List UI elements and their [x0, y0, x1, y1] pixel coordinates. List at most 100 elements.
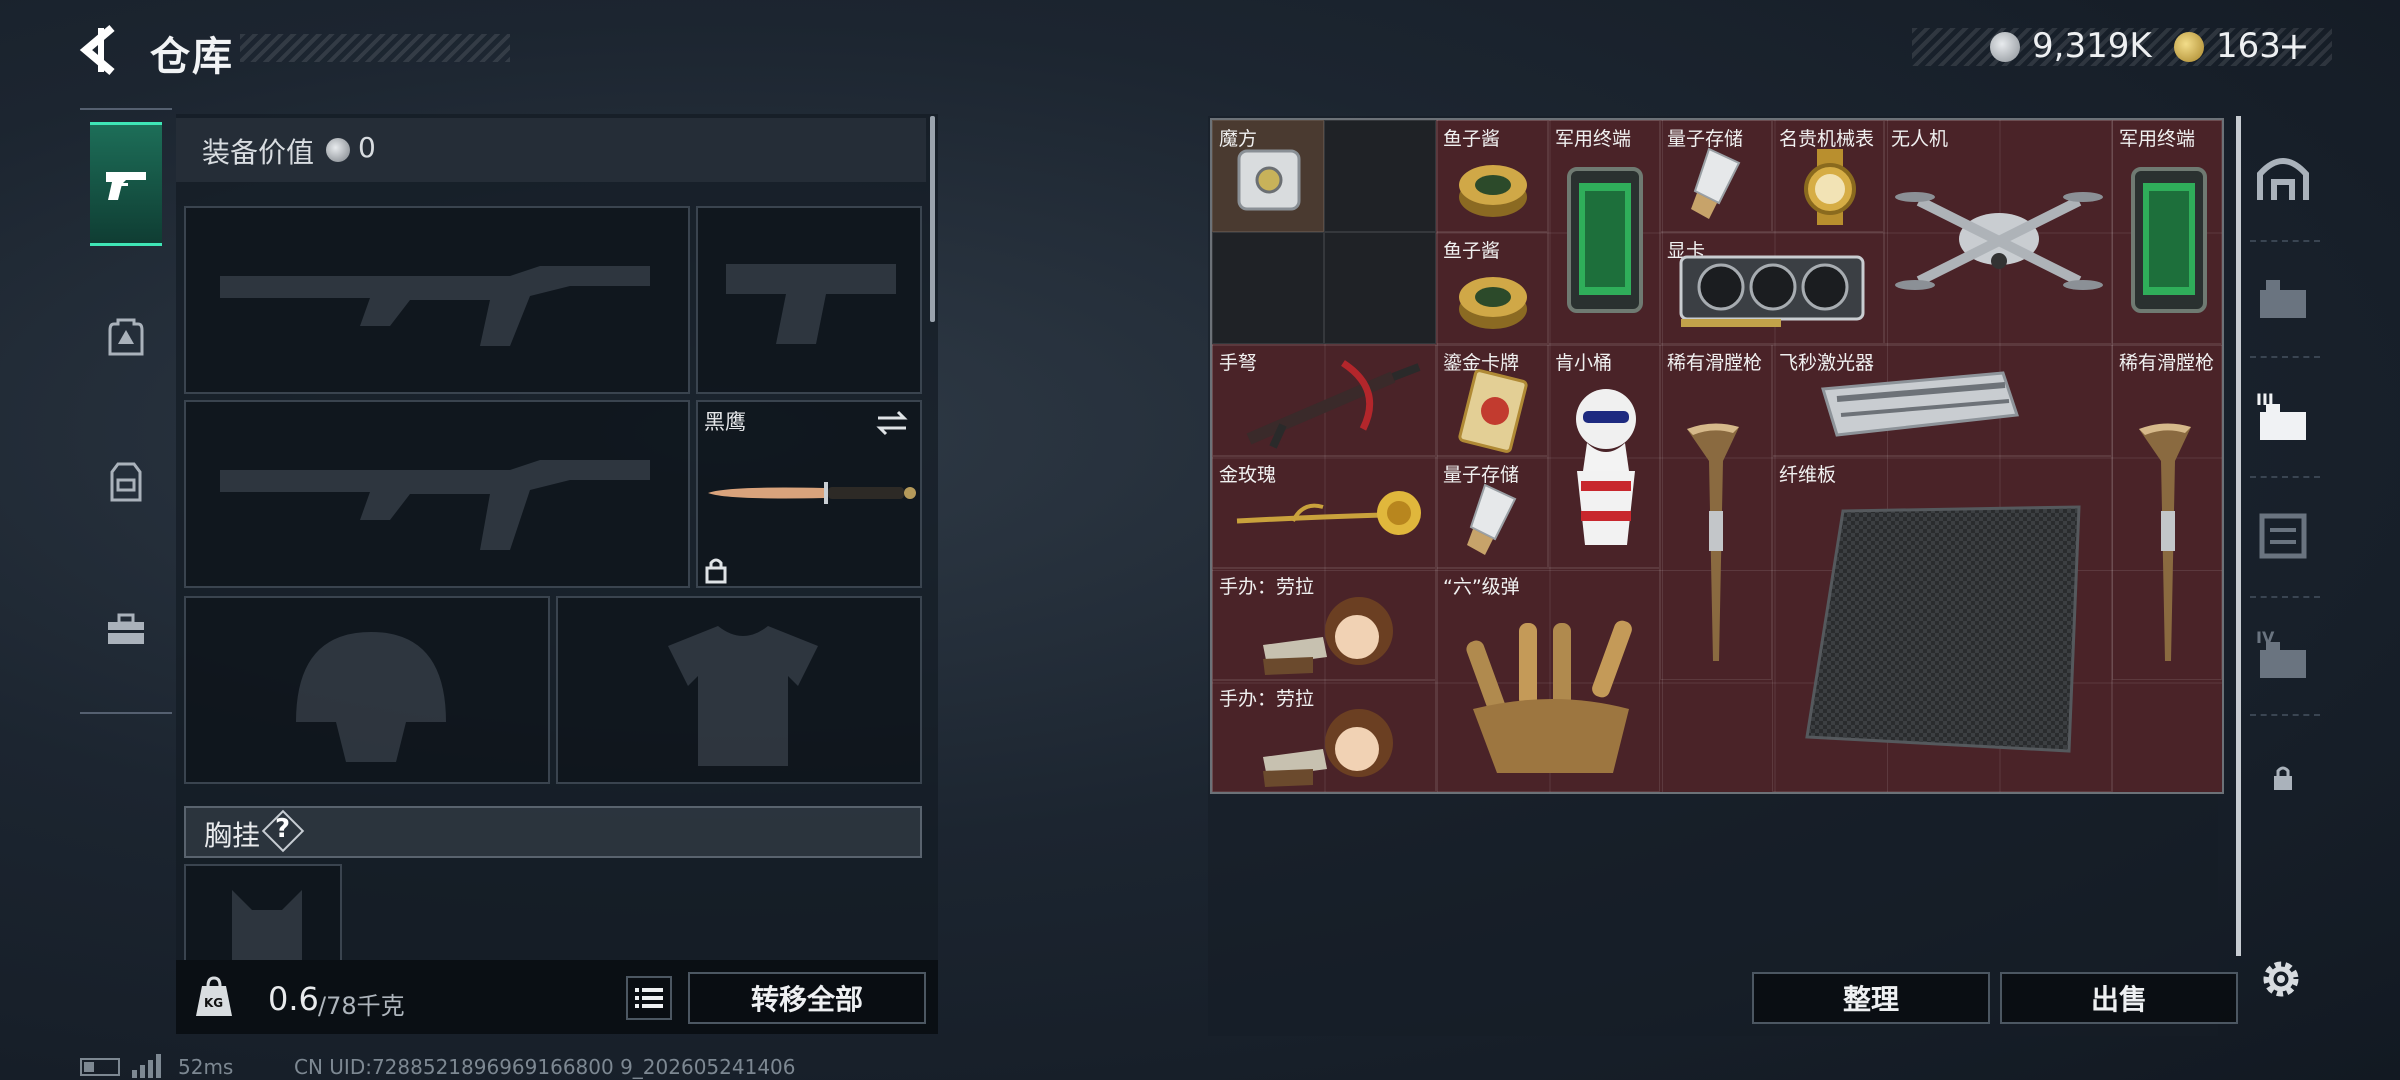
gear-icon — [2263, 961, 2299, 997]
stash-item[interactable]: 显卡 — [1660, 232, 1884, 344]
cabinet-icon — [2259, 513, 2307, 559]
organize-button[interactable]: 整理 — [1752, 972, 1990, 1024]
weight-current: 0.6 — [268, 980, 319, 1018]
knife-icon — [708, 482, 916, 504]
stash-item[interactable]: 军用终端 — [2112, 120, 2222, 344]
helmet-slot[interactable] — [184, 596, 550, 784]
melee-slot[interactable]: 黑鹰 — [696, 400, 922, 588]
list-icon — [635, 988, 663, 1008]
page-title: 仓库 — [150, 34, 234, 80]
stash-item[interactable]: 量子存储 — [1660, 120, 1772, 232]
stash-item[interactable]: 鎏金卡牌 — [1436, 344, 1548, 456]
sidearm-slot[interactable] — [696, 206, 922, 394]
divider — [2250, 596, 2320, 598]
stash-item[interactable]: 无人机 — [1884, 120, 2112, 344]
stash-item[interactable]: “六”级弹 — [1436, 568, 1660, 792]
item-name: 稀有滑膛枪 — [2119, 352, 2215, 374]
musket-icon — [2139, 423, 2191, 661]
stash-tab-1[interactable] — [2240, 122, 2326, 234]
crossbow-icon — [1246, 360, 1421, 449]
empty-cell[interactable] — [1324, 232, 1436, 344]
chest-rig-label: 胸挂 — [204, 819, 261, 852]
bullet-hand-icon — [1466, 620, 1632, 773]
musket-icon — [1687, 423, 1739, 661]
stash-item[interactable]: 手弩 — [1212, 344, 1436, 456]
item-name: 鱼子酱 — [1443, 128, 1501, 150]
primary-weapon-slot-1[interactable] — [184, 206, 690, 394]
stash-item[interactable]: 军用终端 — [1548, 120, 1660, 344]
tab-case[interactable] — [90, 568, 162, 692]
tab-weapons[interactable] — [90, 122, 162, 246]
rifle-placeholder-icon — [220, 266, 650, 346]
lara-figure-icon — [1263, 597, 1393, 675]
stash-item[interactable]: 鱼子酱 — [1436, 232, 1548, 344]
stash-item[interactable]: 魔方 — [1212, 120, 1324, 232]
drone-icon — [1895, 192, 2103, 290]
buy-gold-button[interactable]: + — [2278, 24, 2310, 68]
chest-rig-placeholder-icon — [232, 890, 302, 960]
equipment-scrollbar[interactable] — [930, 116, 935, 322]
military-terminal-icon — [1567, 167, 1643, 313]
stash-item[interactable]: 稀有滑膛枪 — [2112, 344, 2222, 680]
equipment-value-label: 装备价值 — [202, 136, 315, 169]
battery-icon — [80, 1058, 120, 1076]
item-name: “六”级弹 — [1443, 576, 1520, 598]
tab-backpack[interactable] — [90, 274, 162, 398]
transfer-all-button[interactable]: 转移全部 — [688, 972, 926, 1024]
stash-item[interactable]: 手办：劳拉 — [1212, 568, 1436, 680]
stash-tab-2[interactable] — [2240, 242, 2326, 354]
back-button[interactable] — [74, 22, 126, 78]
sell-button[interactable]: 出售 — [2000, 972, 2238, 1024]
cube-icon — [1237, 149, 1301, 211]
silver-amount: 9,319K — [2032, 26, 2152, 66]
swap-icon[interactable] — [874, 408, 910, 438]
helmet-placeholder-icon — [296, 632, 446, 762]
stash-item[interactable]: 肯小桶 — [1548, 344, 1660, 568]
weight-max: /78千克 — [318, 992, 405, 1020]
lara-figure-icon — [1263, 709, 1393, 787]
stash-tab-locked[interactable] — [2240, 722, 2326, 834]
stash-tab-3[interactable]: III — [2240, 362, 2326, 474]
stash-item[interactable]: 手办：劳拉 — [1212, 680, 1436, 792]
laser-device-icon — [1821, 371, 2020, 437]
stash-item[interactable]: 量子存储 — [1436, 456, 1548, 568]
stash-tab-4[interactable] — [2240, 480, 2326, 592]
divider — [2250, 714, 2320, 716]
item-name: 军用终端 — [2119, 128, 2196, 150]
stash-item[interactable]: 稀有滑膛枪 — [1660, 344, 1772, 680]
empty-cell[interactable] — [1212, 232, 1324, 344]
empty-cell[interactable] — [1324, 120, 1436, 232]
toolbox-icon — [108, 613, 144, 644]
stash-item[interactable]: 飞秒激光器 — [1772, 344, 2112, 456]
item-name: 稀有滑膛枪 — [1667, 352, 1763, 374]
rifle-placeholder-icon — [220, 460, 650, 550]
currency-bar: 9,319K 163 + — [1912, 24, 2332, 68]
wristwatch-icon — [1804, 149, 1856, 225]
equipment-value: 0 — [358, 131, 376, 164]
settings-button[interactable] — [2258, 956, 2304, 1002]
stash-tab-5[interactable]: IV — [2240, 600, 2326, 712]
chest-rig-slot[interactable] — [184, 864, 342, 960]
item-name: 军用终端 — [1555, 128, 1632, 150]
item-name: 纤维板 — [1779, 464, 1837, 486]
chest-rig-header: 胸挂 ? — [184, 806, 922, 858]
crate-four-icon — [2260, 642, 2306, 678]
uid-text: CN UID:7288521896969166800 9_20260524140… — [294, 1055, 796, 1079]
stash-item[interactable]: 名贵机械表 — [1772, 120, 1884, 232]
list-view-button[interactable] — [626, 976, 672, 1020]
lock-icon — [705, 558, 727, 584]
pistol-icon — [106, 172, 146, 200]
caviar-tin-icon — [1459, 277, 1527, 329]
item-name: 肯小桶 — [1555, 352, 1613, 374]
signal-icon — [132, 1054, 161, 1078]
stash-item[interactable]: 纤维板 — [1772, 456, 2112, 792]
armor-slot[interactable] — [556, 596, 922, 784]
stash-item[interactable]: 金玫瑰 — [1212, 456, 1436, 568]
tab-vest[interactable] — [90, 420, 162, 544]
stash-item[interactable]: 鱼子酱 — [1436, 120, 1548, 232]
primary-weapon-slot-2[interactable] — [184, 400, 690, 588]
usb-drive-icon — [1691, 147, 1741, 219]
caviar-tin-icon — [1459, 165, 1527, 217]
golden-rose-icon — [1236, 491, 1421, 535]
gilded-card-icon — [1458, 369, 1528, 453]
